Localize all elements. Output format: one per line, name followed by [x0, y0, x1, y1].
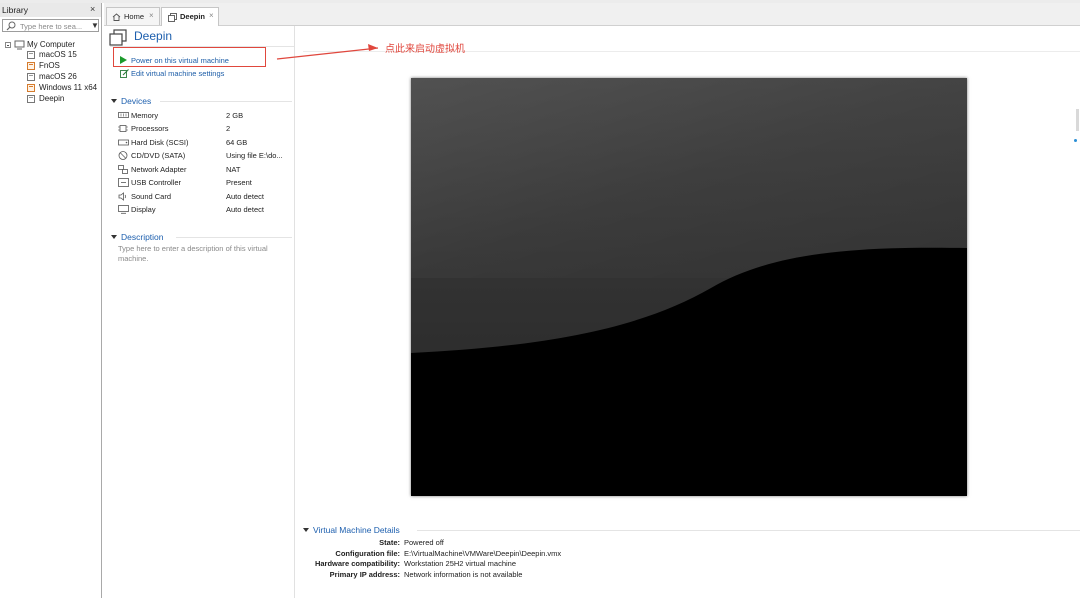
vm-title: Deepin: [134, 29, 173, 43]
vm-icon: [27, 51, 35, 59]
tree-item-vm[interactable]: Windows 11 x64: [39, 82, 97, 93]
detail-label: Hardware compatibility:: [314, 559, 400, 568]
device-row-hard-disk[interactable]: Hard Disk (SCSI) 64 GB: [118, 137, 292, 148]
device-row-display[interactable]: Display Auto detect: [118, 204, 292, 215]
search-icon: [6, 21, 16, 31]
vm-screen-graphic: [411, 78, 967, 496]
vm-details-section-header[interactable]: Virtual Machine Details: [303, 525, 400, 535]
device-value: 64 GB: [226, 138, 248, 147]
section-divider: [176, 237, 292, 238]
processor-icon: [118, 125, 128, 132]
detail-value: Network information is not available: [404, 570, 523, 579]
vm-icon: [109, 29, 127, 46]
tab-close-icon[interactable]: ×: [149, 11, 154, 20]
device-value: Auto detect: [226, 205, 264, 214]
scroll-indicator-icon: [1074, 139, 1077, 142]
devices-header-label: Devices: [121, 96, 152, 106]
computer-icon: [14, 40, 25, 50]
tree-item-vm[interactable]: FnOS: [39, 60, 60, 71]
section-divider: [160, 101, 292, 102]
collapse-triangle-icon: [303, 528, 309, 532]
library-close-button[interactable]: ×: [90, 4, 95, 14]
home-icon: [112, 13, 121, 21]
vm-icon: [27, 73, 35, 81]
tree-collapse-icon[interactable]: [5, 42, 11, 48]
device-name: Hard Disk (SCSI): [131, 138, 189, 147]
device-row-cd-dvd[interactable]: CD/DVD (SATA) Using file E:\do...: [118, 150, 292, 161]
detail-value: E:\VirtualMachine\VMWare\Deepin\Deepin.v…: [404, 549, 562, 558]
tree-item-vm[interactable]: macOS 26: [39, 71, 77, 82]
device-name: Display: [131, 205, 156, 214]
device-name: Processors: [131, 124, 169, 133]
tab-label: Home: [124, 12, 145, 21]
tree-item-vm-selected[interactable]: Deepin: [39, 93, 64, 104]
vm-icon: [27, 84, 35, 92]
description-header-label: Description: [121, 232, 164, 242]
device-value: 2: [226, 124, 231, 133]
vm-icon: [27, 95, 35, 103]
device-row-sound[interactable]: Sound Card Auto detect: [118, 191, 292, 202]
library-header: Library ×: [0, 3, 101, 17]
device-value: 2 GB: [226, 111, 244, 120]
device-value: Auto detect: [226, 192, 264, 201]
device-row-memory[interactable]: Memory 2 GB: [118, 110, 292, 121]
vm-details-header-label: Virtual Machine Details: [313, 525, 400, 535]
device-value: NAT: [226, 165, 241, 174]
annotation-text: 点此来启动虚拟机: [385, 44, 465, 55]
section-divider: [417, 530, 1080, 531]
library-search-input[interactable]: [20, 21, 90, 31]
memory-icon: [118, 112, 129, 118]
device-name: Memory: [131, 111, 159, 120]
device-row-usb[interactable]: USB Controller Present: [118, 177, 292, 188]
scrollbar-thumb[interactable]: [1076, 109, 1079, 131]
usb-icon: [118, 178, 129, 187]
device-name: Sound Card: [131, 192, 172, 201]
search-dropdown-icon[interactable]: ▼: [91, 21, 99, 30]
device-name: USB Controller: [131, 178, 182, 187]
network-icon: [118, 165, 128, 174]
tab-bar: Home × Deepin ×: [104, 3, 1080, 26]
description-section-header[interactable]: Description: [111, 232, 164, 242]
detail-label: Configuration file:: [335, 549, 400, 558]
library-search-box[interactable]: ▼: [2, 19, 99, 32]
detail-value: Powered off: [404, 538, 444, 547]
cd-dvd-icon: [118, 151, 128, 160]
vm-preview-area: Virtual Machine Details State: Powered o…: [295, 26, 1080, 598]
device-value: Present: [226, 178, 252, 187]
tab-label: Deepin: [180, 12, 206, 21]
device-row-network[interactable]: Network Adapter NAT: [118, 164, 292, 175]
vm-icon: [168, 13, 177, 22]
detail-row-ip: Primary IP address: Network information …: [295, 570, 1080, 580]
detail-row-config-file: Configuration file: E:\VirtualMachine\VM…: [295, 549, 1080, 559]
edit-settings-icon[interactable]: [120, 69, 129, 78]
vm-icon: [27, 62, 35, 70]
device-name: Network Adapter: [131, 165, 187, 174]
tab-home[interactable]: Home ×: [106, 7, 160, 25]
edit-settings-button[interactable]: Edit virtual machine settings: [131, 69, 224, 78]
library-title: Library: [2, 5, 28, 15]
tab-close-icon[interactable]: ×: [209, 11, 214, 20]
detail-label: State:: [379, 538, 400, 547]
tree-item-vm[interactable]: macOS 15: [39, 49, 77, 60]
description-placeholder[interactable]: Type here to enter a description of this…: [118, 244, 290, 264]
vm-details-column: Deepin Power on this virtual machine Edi…: [104, 26, 295, 598]
tab-deepin[interactable]: Deepin ×: [161, 7, 219, 26]
vm-screen-thumbnail[interactable]: [411, 78, 967, 496]
annotation-highlight-box: [113, 47, 266, 67]
devices-section-header[interactable]: Devices: [111, 96, 151, 106]
sound-icon: [118, 192, 126, 201]
detail-row-state: State: Powered off: [295, 538, 1080, 548]
detail-value: Workstation 25H2 virtual machine: [404, 559, 516, 568]
library-panel: Library × ▼ My Computer macOS 15 FnOS ma…: [0, 3, 102, 598]
device-value: Using file E:\do...: [226, 151, 283, 160]
hard-disk-icon: [118, 139, 129, 146]
display-icon: [118, 205, 129, 214]
collapse-triangle-icon: [111, 235, 117, 239]
detail-label: Primary IP address:: [329, 570, 400, 579]
detail-row-hw-compat: Hardware compatibility: Workstation 25H2…: [295, 559, 1080, 569]
vm-summary-page: Deepin Power on this virtual machine Edi…: [104, 26, 1080, 598]
device-name: CD/DVD (SATA): [131, 151, 186, 160]
collapse-triangle-icon: [111, 99, 117, 103]
device-row-processors[interactable]: Processors 2: [118, 123, 292, 134]
